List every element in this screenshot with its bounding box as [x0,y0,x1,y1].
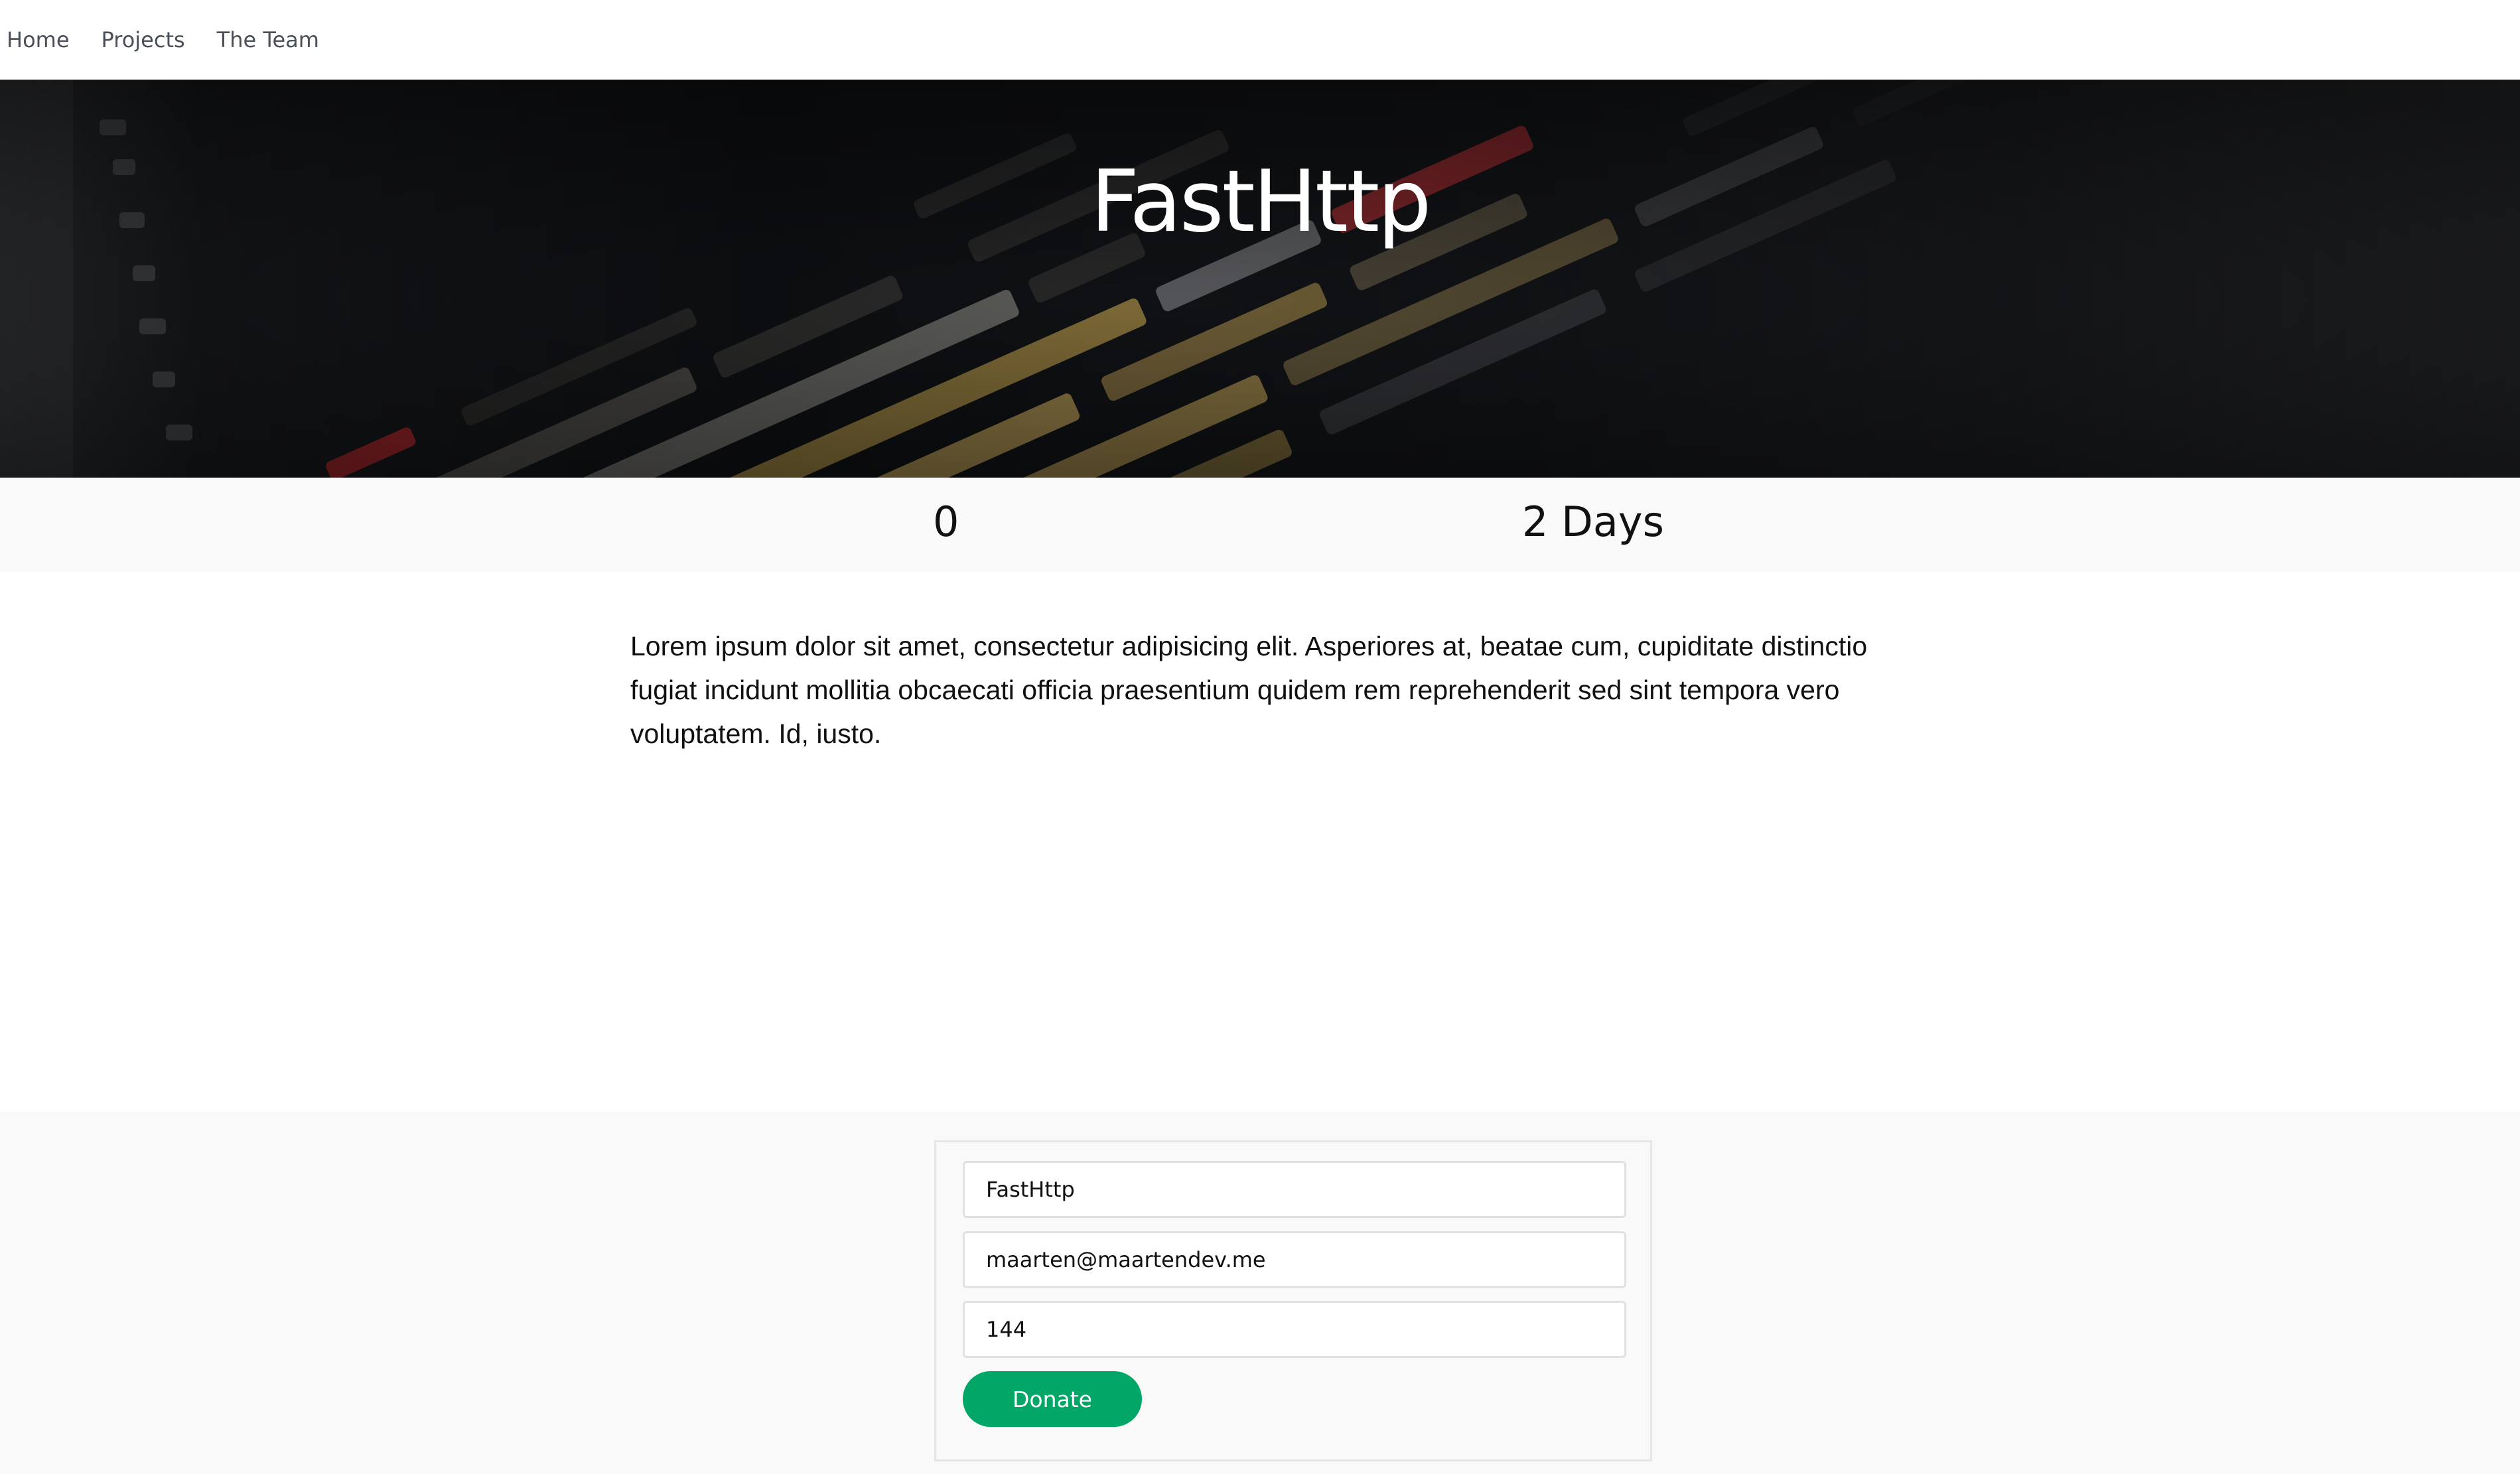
donation-count: 0 [933,498,959,546]
hero-banner: FastHttp [0,80,2520,478]
donate-section: Donate [0,1112,2520,1474]
project-title: FastHttp [1090,153,1431,251]
project-name-input[interactable] [963,1161,1626,1218]
project-description: Lorem ipsum dolor sit amet, consectetur … [630,631,1868,749]
code-background-image [0,80,2520,478]
nav-link-projects[interactable]: Projects [102,27,185,52]
project-stats: 0 2 Days [0,478,2520,572]
time-remaining: 2 Days [1522,498,1664,546]
top-nav: Home Projects The Team [0,0,2520,80]
amount-input[interactable] [963,1301,1626,1358]
nav-link-the-team[interactable]: The Team [217,27,319,52]
donate-form: Donate [934,1140,1652,1461]
email-input[interactable] [963,1231,1626,1288]
nav-link-home[interactable]: Home [7,27,70,52]
donate-button[interactable]: Donate [963,1371,1142,1427]
